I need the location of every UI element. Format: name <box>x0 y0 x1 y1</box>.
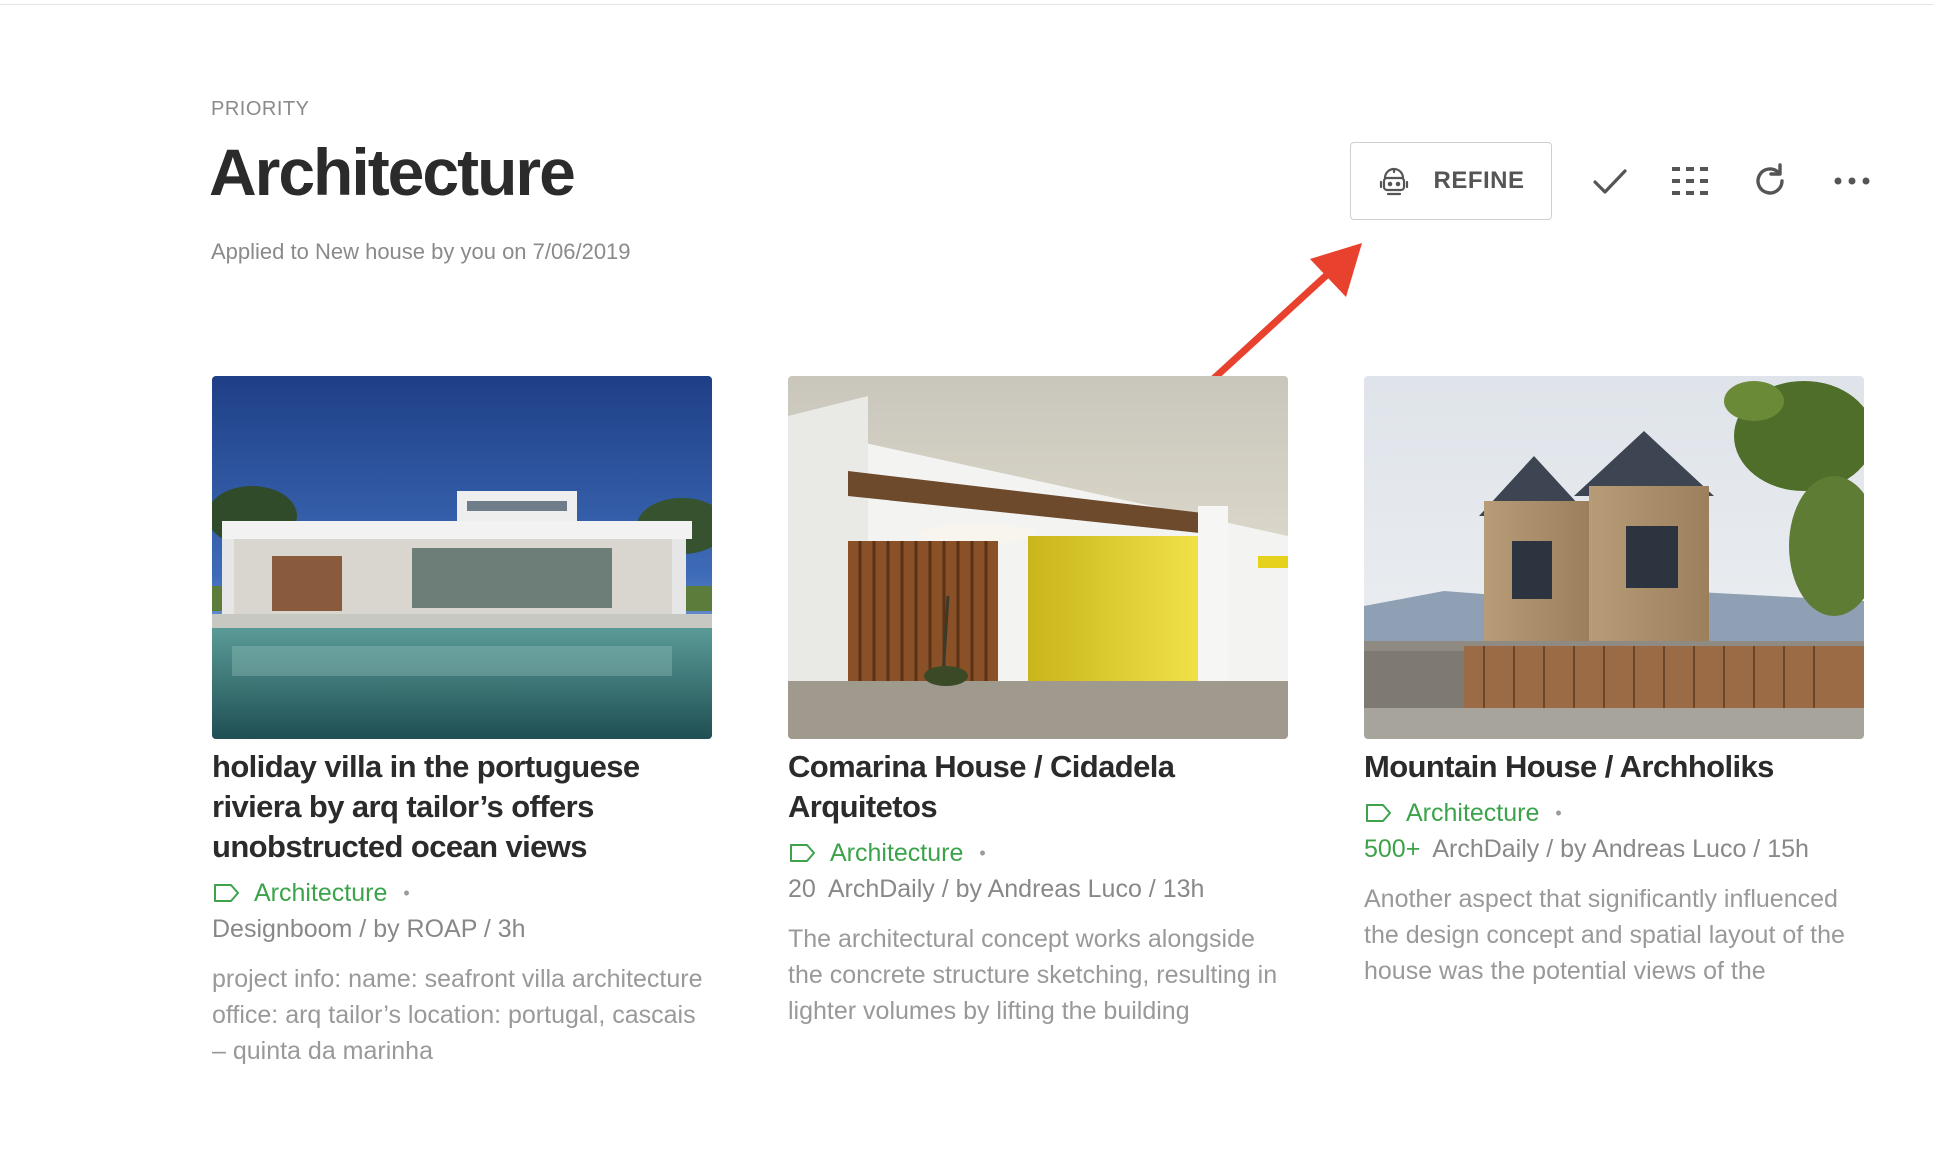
article-meta: 500+ ArchDaily / by Andreas Luco / 15h <box>1364 831 1864 867</box>
tag-label[interactable]: Architecture <box>830 839 963 868</box>
article-thumbnail[interactable] <box>212 376 712 739</box>
separator-dot: • <box>1555 802 1562 823</box>
article-thumbnail[interactable] <box>1364 376 1864 739</box>
top-divider <box>0 4 1934 5</box>
article-excerpt: project info: name: seafront villa archi… <box>212 965 703 1065</box>
source-meta: ArchDaily / by Andreas Luco / 15h <box>1432 835 1809 863</box>
robot-icon <box>1377 164 1411 198</box>
tag-icon <box>1366 804 1391 822</box>
check-icon[interactable] <box>1588 159 1632 203</box>
grid-icon[interactable] <box>1668 159 1712 203</box>
refresh-icon[interactable] <box>1748 159 1792 203</box>
applied-subtitle: Applied to New house by you on 7/06/2019 <box>211 239 631 264</box>
tag-icon <box>214 884 239 902</box>
article-excerpt: The architectural concept works alongsid… <box>788 925 1278 1025</box>
article-title[interactable]: Mountain House / Archholiks <box>1364 747 1864 787</box>
tag-row: Architecture • <box>1364 795 1864 831</box>
article-card[interactable]: Comarina House / Cidadela Arquitetos Arc… <box>788 376 1288 1029</box>
article-card[interactable]: holiday villa in the portuguese riviera … <box>212 376 712 1069</box>
article-title[interactable]: Comarina House / Cidadela Arquitetos <box>788 747 1288 827</box>
source-meta: ArchDaily / by Andreas Luco / 13h <box>827 875 1205 903</box>
article-card[interactable]: Mountain House / Archholiks Architecture… <box>1364 376 1864 989</box>
article-title[interactable]: holiday villa in the portuguese riviera … <box>212 747 712 867</box>
toolbar: REFINE <box>1350 142 1874 220</box>
refine-button[interactable]: REFINE <box>1350 142 1552 220</box>
article-thumbnail[interactable] <box>788 376 1288 739</box>
more-icon[interactable] <box>1830 159 1874 203</box>
article-meta: Designboom / by ROAP / 3h <box>212 911 712 947</box>
separator-dot: • <box>979 842 986 863</box>
tag-icon <box>790 844 815 862</box>
engagement-count: 20 <box>788 875 816 903</box>
priority-eyebrow: PRIORITY <box>211 98 310 120</box>
article-meta: 20 ArchDaily / by Andreas Luco / 13h <box>788 871 1288 907</box>
tag-row: Architecture • <box>788 835 1288 871</box>
refine-label: REFINE <box>1433 167 1525 194</box>
separator-dot: • <box>403 882 410 903</box>
tag-label[interactable]: Architecture <box>1406 799 1539 828</box>
engagement-count: 500+ <box>1364 835 1421 863</box>
tag-row: Architecture • <box>212 875 712 911</box>
tag-label[interactable]: Architecture <box>254 879 387 908</box>
article-excerpt: Another aspect that significantly influe… <box>1364 885 1845 985</box>
source-meta: Designboom / by ROAP / 3h <box>212 915 526 943</box>
